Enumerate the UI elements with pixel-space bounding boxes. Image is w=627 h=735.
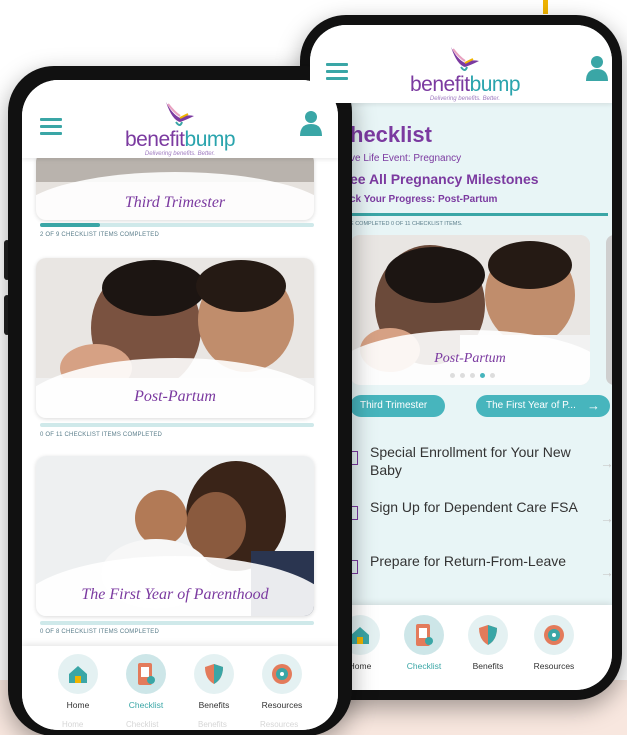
shield-icon	[205, 664, 223, 684]
phone-front: benefitbump Delivering benefits. Better.…	[8, 66, 352, 735]
milestone-card-title: Third Trimester	[124, 194, 226, 211]
bottom-nav: Home Checklist Benefits Resources	[310, 605, 612, 690]
home-icon	[351, 627, 369, 644]
see-all-milestones-link[interactable]: ee All Pregnancy Milestones	[350, 171, 539, 187]
resources-icon	[544, 625, 564, 645]
milestone-progress-label: 2 OF 9 CHECKLIST ITEMS COMPLETED	[40, 232, 159, 238]
brand-logo: benefitbump Delivering benefits. Better.	[410, 45, 521, 102]
milestone-progress-bar	[40, 423, 314, 427]
milestone-progress-bar	[40, 223, 314, 227]
resources-icon	[272, 664, 292, 684]
nav-peek-label: Resources	[260, 720, 299, 729]
nav-label: Checklist	[406, 661, 442, 671]
milestone-progress-label: 0 OF 8 CHECKLIST ITEMS COMPLETED	[40, 629, 159, 635]
nav-resources[interactable]: Resources	[254, 654, 310, 710]
menu-icon[interactable]	[40, 118, 62, 136]
checklist-item[interactable]: Prepare for Return-From-Leave →	[350, 552, 612, 604]
arrow-right-icon: →	[587, 398, 600, 413]
brand-tagline: Delivering benefits. Better.	[144, 151, 216, 157]
milestone-card-third-trimester[interactable]: Third Trimester	[36, 152, 314, 220]
prev-milestone-label: Third Trimester	[360, 400, 428, 411]
checklist-icon	[138, 663, 155, 685]
brand-name-benefit: benefit	[410, 73, 470, 96]
nav-benefits[interactable]: Benefits	[186, 654, 242, 710]
milestone-card-title: The First Year of Parenthood	[81, 586, 269, 603]
arrow-right-icon: →	[600, 510, 612, 526]
nav-home[interactable]: Home	[50, 654, 106, 710]
marketing-canvas: benefitbump Delivering benefits. Better.…	[0, 0, 627, 735]
checklist-item-text: Prepare for Return-From-Leave	[370, 553, 567, 569]
menu-icon[interactable]	[326, 63, 348, 81]
nav-peek-label: Checklist	[126, 720, 159, 729]
milestone-progress-label: 0 OF 11 CHECKLIST ITEMS COMPLETED	[40, 432, 163, 438]
milestone-progress-bar	[40, 621, 314, 625]
accent-bar	[543, 0, 548, 14]
nav-peek-label: Home	[62, 720, 84, 729]
milestone-card-post-partum[interactable]: Post-Partum	[36, 258, 314, 418]
nav-label: Resources	[261, 700, 303, 710]
milestone-card-title: Post-Partum	[134, 388, 216, 405]
user-icon[interactable]	[586, 55, 608, 81]
brand-logo: benefitbump Delivering benefits. Better.	[122, 100, 238, 157]
next-milestone-label: The First Year of P...	[486, 400, 576, 411]
prev-milestone-button[interactable]: Third Trimester	[350, 395, 445, 417]
arrow-right-icon: →	[600, 564, 612, 580]
nav-label: Benefits	[198, 700, 230, 710]
bird-logo-icon	[166, 102, 194, 126]
nav-label: Resources	[533, 661, 575, 671]
nav-peek-label: Benefits	[198, 720, 227, 729]
bottom-nav: Home Checklist Benefits Resources Home C…	[22, 646, 338, 730]
brand-name-bump: bump	[469, 73, 521, 96]
user-icon[interactable]	[300, 110, 322, 136]
app-header: benefitbump Delivering benefits. Better.	[310, 25, 612, 103]
arrow-right-icon: →	[600, 455, 612, 471]
carousel-card[interactable]: Post-Partum	[350, 235, 590, 385]
progress-label: E COMPLETED 0 OF 11 CHECKLIST ITEMS.	[350, 221, 463, 227]
milestone-card-first-year[interactable]: The First Year of Parenthood	[36, 456, 314, 616]
milestones-screen: benefitbump Delivering benefits. Better.…	[22, 80, 338, 730]
checklist-item-text: Special Enrollment for Your New Baby	[370, 444, 571, 478]
page-title: hecklist	[350, 122, 432, 147]
next-card-peek	[606, 235, 612, 385]
brand-tagline: Delivering benefits. Better.	[429, 96, 501, 102]
next-milestone-button[interactable]: The First Year of P... →	[476, 395, 610, 417]
progress-fill	[40, 223, 101, 227]
home-icon	[69, 666, 87, 683]
nav-label: Benefits	[472, 661, 504, 671]
nav-label: Home	[66, 700, 90, 710]
nav-label: Checklist	[128, 700, 164, 710]
carousel-card-title: Post-Partum	[434, 351, 506, 366]
checklist-icon	[416, 624, 433, 646]
bird-logo-icon	[451, 47, 479, 71]
checklist-item-text: Sign Up for Dependent Care FSA	[370, 499, 578, 515]
life-event-text: ve Life Event: Pregnancy	[350, 153, 462, 164]
brand-name-bump: bump	[184, 128, 236, 151]
shield-icon	[479, 625, 497, 645]
progress-bar	[350, 213, 608, 216]
track-progress-text: ck Your Progress: Post-Partum	[350, 194, 498, 205]
checklist-item[interactable]: Sign Up for Dependent Care FSA →	[350, 498, 612, 550]
nav-checklist[interactable]: Checklist	[396, 615, 452, 671]
checklist-item[interactable]: Special Enrollment for Your New Baby →	[350, 443, 612, 495]
nav-resources[interactable]: Resources	[526, 615, 582, 671]
brand-name-benefit: benefit	[124, 128, 185, 151]
app-header: benefitbump Delivering benefits. Better.	[22, 80, 338, 158]
carousel-dots	[450, 373, 495, 378]
nav-benefits[interactable]: Benefits	[460, 615, 516, 671]
checklist-detail-screen: benefitbump Delivering benefits. Better.…	[310, 25, 612, 690]
nav-checklist[interactable]: Checklist	[118, 654, 174, 710]
